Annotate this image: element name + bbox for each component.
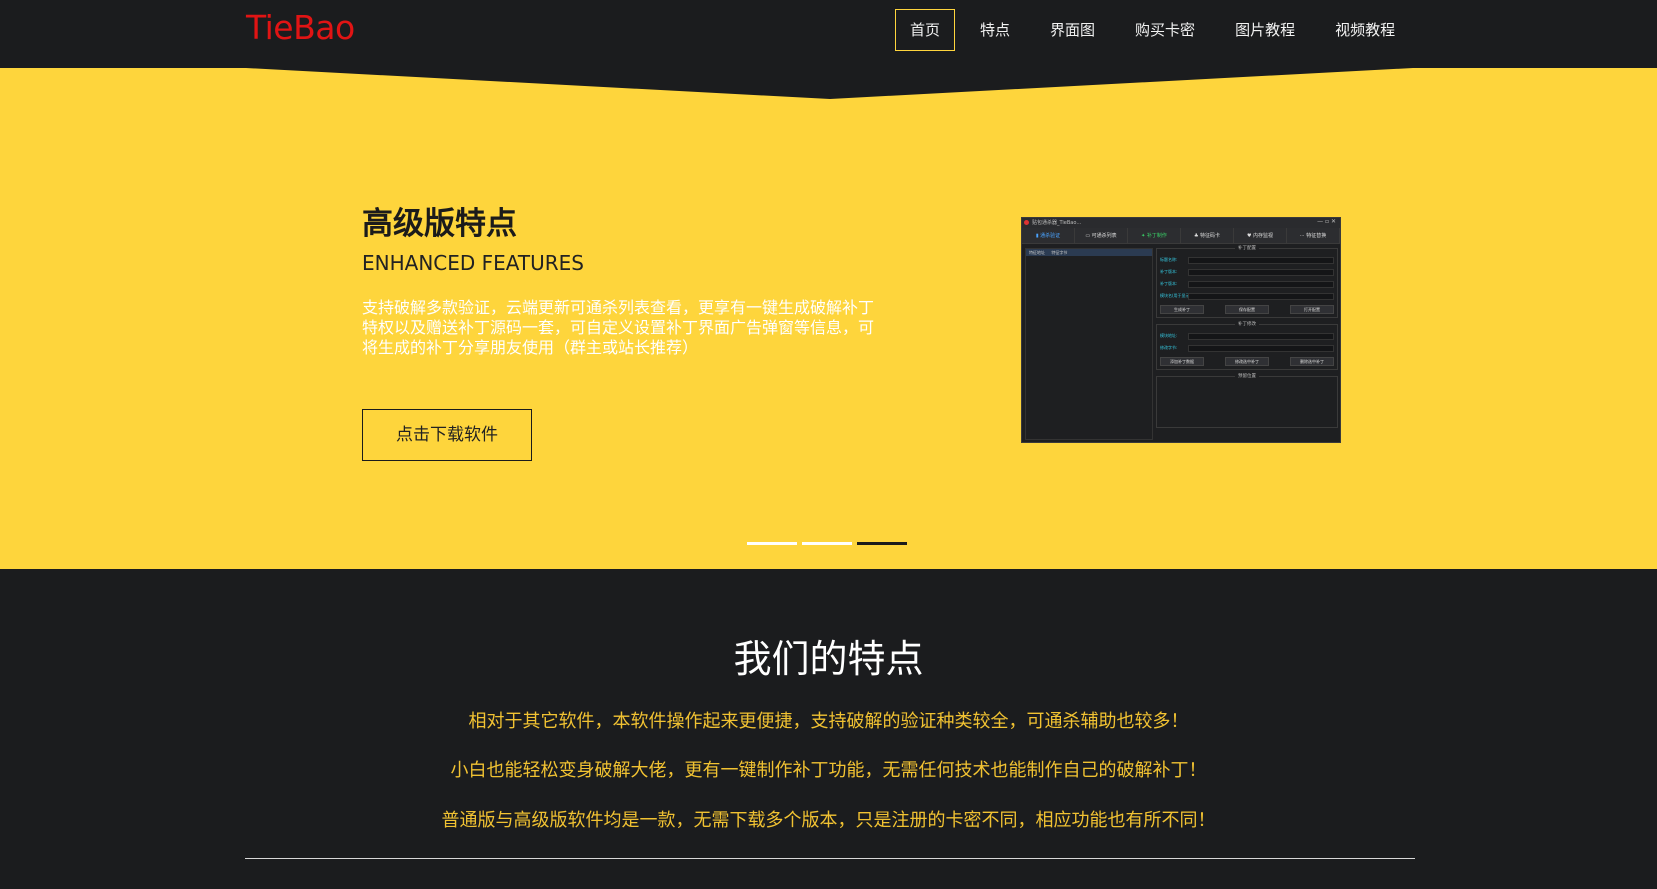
carousel-dot-active[interactable]: [857, 542, 907, 545]
feature-line: 普通版与高级版软件均是一款，无需下载多个版本，只是注册的卡密不同，相应功能也有所…: [441, 810, 1216, 831]
app-left-list: 特征地址 特征字节: [1025, 248, 1153, 440]
carousel-dot[interactable]: [747, 542, 797, 545]
app-list-header: 特征地址 特征字节: [1026, 249, 1152, 256]
app-right-panel: 补丁配置 标题名称: 补丁版本: 补丁版本: 模块名(用于显示): 生成补丁 保…: [1156, 246, 1338, 440]
app-tab: ▮ 通杀验证: [1022, 228, 1075, 243]
nav-features[interactable]: 特点: [965, 9, 1025, 51]
app-button: 删除选中补丁: [1290, 357, 1334, 366]
app-group-title: 补丁配置: [1235, 246, 1259, 251]
app-group-patch-edit: 补丁修改 模块地址: 修改字节: 添加补丁数据 修改选中补丁 删除选中补丁: [1156, 322, 1338, 370]
main-nav: 首页 特点 界面图 购买卡密 图片教程 视频教程: [895, 9, 1420, 51]
section-divider: [245, 858, 1415, 859]
app-group-title: 预留位置: [1235, 374, 1259, 379]
feature-line: 小白也能轻松变身破解大佬，更有一键制作补丁功能，无需任何技术也能制作自己的破解补…: [450, 760, 1207, 781]
app-field: [1188, 256, 1334, 264]
app-field: [1188, 268, 1334, 276]
hero-carousel: 高级版特点 ENHANCED FEATURES 支持破解多款验证，云端更新可通杀…: [0, 68, 1657, 569]
app-tab: ♥ 内存监视: [1234, 228, 1287, 243]
app-tab: ▭ 可通杀列表: [1075, 228, 1128, 243]
app-tab: ⋯ 特征替换: [1287, 228, 1340, 243]
nav-video-tutorial[interactable]: 视频教程: [1320, 9, 1410, 51]
app-field-label: 补丁版本:: [1160, 281, 1178, 286]
download-button[interactable]: 点击下载软件: [362, 409, 532, 461]
hero-title: 高级版特点: [362, 206, 517, 242]
feature-line: 相对于其它软件，本软件操作起来更便捷，支持破解的验证种类较全，可通杀辅助也较多！: [468, 711, 1189, 732]
logo[interactable]: TieBao: [246, 8, 355, 47]
app-field: [1188, 332, 1334, 340]
app-tab: ♣ 特征码卡: [1181, 228, 1234, 243]
app-field: [1188, 344, 1334, 352]
carousel-indicators: [747, 542, 912, 545]
app-group-patch-config: 补丁配置 标题名称: 补丁版本: 补丁版本: 模块名(用于显示): 生成补丁 保…: [1156, 246, 1338, 318]
app-field-label: 补丁版本:: [1160, 269, 1178, 274]
app-field-label: 修改字节:: [1160, 345, 1178, 350]
app-group-reserved: 预留位置: [1156, 374, 1338, 428]
app-button: 修改选中补丁: [1225, 357, 1269, 366]
hero-top-notch: [0, 68, 1657, 99]
site-header: TieBao 首页 特点 界面图 购买卡密 图片教程 视频教程: [0, 0, 1657, 68]
app-field-label: 标题名称:: [1160, 257, 1178, 262]
app-field: [1188, 292, 1334, 300]
app-group-title: 补丁修改: [1235, 322, 1259, 327]
app-tabs: ▮ 通杀验证 ▭ 可通杀列表 ✦ 补丁制作 ♣ 特征码卡 ♥ 内存监视 ⋯ 特征…: [1022, 228, 1340, 244]
app-button: 打开配置: [1290, 305, 1334, 314]
app-screenshot: 贴包通杀器_TieBao… — ▫ ✕ ▮ 通杀验证 ▭ 可通杀列表 ✦ 补丁制…: [1021, 217, 1341, 443]
app-button: 生成补丁: [1160, 305, 1204, 314]
nav-home[interactable]: 首页: [895, 9, 956, 51]
app-button: 保存配置: [1225, 305, 1269, 314]
carousel-dot[interactable]: [802, 542, 852, 545]
hero-subtitle: ENHANCED FEATURES: [362, 251, 584, 275]
app-tab: ✦ 补丁制作: [1128, 228, 1181, 243]
app-title-text: 贴包通杀器_TieBao…: [1032, 220, 1082, 226]
app-list-col: 特征字节: [1051, 250, 1068, 255]
app-close-icon: [1024, 220, 1029, 225]
nav-interface[interactable]: 界面图: [1035, 9, 1110, 51]
app-field-label: 模块地址:: [1160, 333, 1178, 338]
nav-buy-key[interactable]: 购买卡密: [1120, 9, 1210, 51]
hero-description: 支持破解多款验证，云端更新可通杀列表查看，更享有一键生成破解补丁特权以及赠送补丁…: [362, 298, 875, 357]
app-button: 添加补丁数据: [1160, 357, 1204, 366]
app-titlebar: 贴包通杀器_TieBao… — ▫ ✕: [1022, 218, 1340, 228]
app-field: [1188, 280, 1334, 288]
nav-image-tutorial[interactable]: 图片教程: [1220, 9, 1310, 51]
app-list-col: 特征地址: [1029, 250, 1045, 255]
window-controls-icon: — ▫ ✕: [1317, 218, 1336, 225]
app-field-label: 模块名(用于显示):: [1160, 293, 1193, 298]
features-title: 我们的特点: [733, 637, 924, 681]
